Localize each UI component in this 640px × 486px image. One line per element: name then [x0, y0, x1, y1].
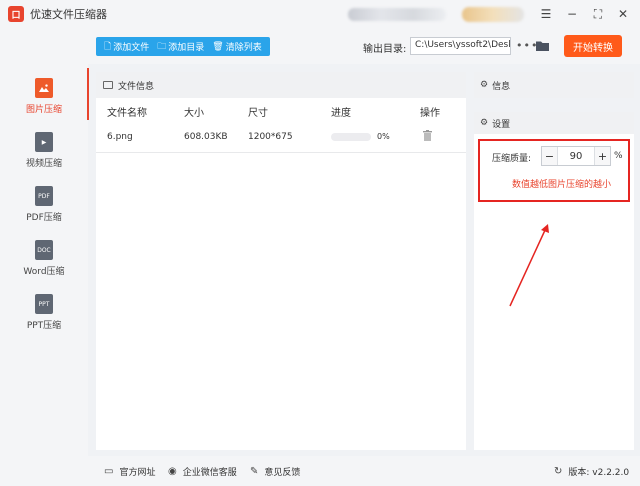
monitor-icon: ▭ [104, 466, 114, 477]
website-link[interactable]: ▭ 官方网址 [104, 465, 155, 478]
gear-icon: ⚙ [480, 118, 489, 128]
folder-icon: 🗀 [157, 41, 167, 52]
sidebar: 图片压缩 ▶ 视频压缩 PDF PDF压缩 DOC Word压缩 PPT PPT… [0, 64, 89, 486]
quality-value-input[interactable]: 90 [558, 147, 594, 165]
file-panel: 文件信息 文件名称 大小 尺寸 进度 操作 6.png 608.03KB 120… [96, 72, 466, 450]
sidebar-item-video[interactable]: ▶ 视频压缩 [0, 128, 88, 180]
feedback-icon: ✎ [250, 466, 259, 477]
column-header-action: 操作 [420, 108, 440, 119]
add-directory-label: 添加目录 [168, 43, 205, 53]
quality-hint: 数值越低图片压缩的越小 [512, 180, 612, 190]
info-title: 信息 [492, 81, 511, 92]
sidebar-item-ppt[interactable]: PPT PPT压缩 [0, 290, 88, 342]
refresh-icon: ↻ [554, 466, 563, 477]
image-glyph [39, 84, 49, 92]
row-divider [96, 152, 466, 153]
feedback-link[interactable]: ✎ 意见反馈 [250, 465, 300, 478]
progress-bar [331, 133, 371, 141]
file-panel-title: 文件信息 [118, 81, 155, 92]
settings-title: 设置 [492, 119, 511, 130]
column-header-dims: 尺寸 [248, 108, 268, 119]
cell-file-dims: 1200*675 [248, 132, 293, 142]
cell-file-size: 608.03KB [184, 132, 228, 142]
cell-file-name: 6.png [107, 132, 133, 142]
minimize-button[interactable]: − [563, 5, 581, 23]
file-actions-group: 🗋 添加文件 🗀 添加目录 🗑 清除列表 [96, 37, 270, 56]
trash-icon: 🗑 [212, 41, 224, 52]
ppt-icon: PPT [35, 294, 53, 314]
delete-icon[interactable] [423, 130, 432, 141]
annotation-arrow-icon [509, 224, 549, 307]
feedback-label: 意见反馈 [264, 468, 301, 478]
wechat-support-link[interactable]: ◉ 企业微信客服 [168, 465, 237, 478]
add-file-button[interactable]: 🗋 添加文件 [104, 39, 149, 55]
clear-list-label: 清除列表 [225, 43, 262, 53]
file-panel-header: 文件信息 [96, 72, 466, 98]
percent-unit: % [614, 151, 623, 161]
add-directory-button[interactable]: 🗀 添加目录 [157, 39, 204, 55]
pdf-icon: PDF [35, 186, 53, 206]
info-panel-header: ⚙ 信息 [474, 72, 634, 98]
sidebar-item-label: PDF压缩 [26, 213, 62, 223]
app-logo: 口 [8, 6, 24, 22]
cell-progress-text: 0% [377, 132, 390, 141]
settings-panel-header: ⚙ 设置 [474, 112, 634, 134]
table-row[interactable]: 6.png 608.03KB 1200*675 0% [96, 126, 466, 150]
decrement-button[interactable]: − [542, 147, 558, 165]
open-folder-icon[interactable] [536, 40, 549, 51]
sidebar-item-pdf[interactable]: PDF PDF压缩 [0, 182, 88, 234]
add-file-label: 添加文件 [113, 43, 150, 53]
doc-icon: DOC [35, 240, 53, 260]
blurred-account-badge [462, 7, 524, 22]
increment-button[interactable]: + [594, 147, 610, 165]
sidebar-item-image[interactable]: 图片压缩 [0, 74, 88, 126]
version-info[interactable]: ↻ 版本: v2.2.2.0 [554, 465, 629, 478]
file-icon: 🗋 [104, 41, 112, 52]
title-bar: 口 优速文件压缩器 ☰ − ⛶ ✕ [0, 0, 640, 28]
gear-icon: ⚙ [480, 80, 489, 90]
sidebar-item-label: PPT压缩 [26, 321, 62, 331]
column-header-name: 文件名称 [107, 108, 147, 119]
output-directory-label: 输出目录: [363, 44, 407, 55]
image-info-icon [103, 81, 113, 89]
close-button[interactable]: ✕ [614, 5, 632, 23]
column-header-progress: 进度 [331, 108, 351, 119]
image-icon [35, 78, 53, 98]
sidebar-item-label: 视频压缩 [25, 159, 62, 169]
output-directory-input[interactable]: C:\Users\yssoft2\Deskt [410, 37, 511, 55]
sidebar-item-label: 图片压缩 [25, 105, 62, 115]
clear-list-button[interactable]: 🗑 清除列表 [212, 40, 262, 54]
app-title: 优速文件压缩器 [30, 8, 107, 21]
sidebar-item-label: Word压缩 [23, 267, 65, 277]
chat-icon: ◉ [168, 466, 177, 477]
version-label: 版本: v2.2.2.0 [568, 468, 630, 478]
website-label: 官方网址 [119, 468, 156, 478]
maximize-button[interactable]: ⛶ [589, 5, 607, 23]
table-header: 文件名称 大小 尺寸 进度 操作 [96, 98, 466, 122]
sidebar-item-word[interactable]: DOC Word压缩 [0, 236, 88, 288]
menu-icon[interactable]: ☰ [537, 5, 555, 23]
quality-stepper[interactable]: − 90 + [541, 146, 611, 166]
column-header-size: 大小 [184, 108, 204, 119]
video-icon: ▶ [35, 132, 53, 152]
toolbar: 🗋 添加文件 🗀 添加目录 🗑 清除列表 输出目录: C:\Users\ysso… [0, 28, 640, 64]
start-convert-button[interactable]: 开始转换 [564, 35, 622, 57]
footer: ▭ 官方网址 ◉ 企业微信客服 ✎ 意见反馈 ↻ 版本: v2.2.2.0 [88, 456, 640, 486]
blurred-user-info [348, 8, 446, 21]
wechat-label: 企业微信客服 [182, 468, 237, 478]
quality-label: 压缩质量: [492, 154, 532, 164]
